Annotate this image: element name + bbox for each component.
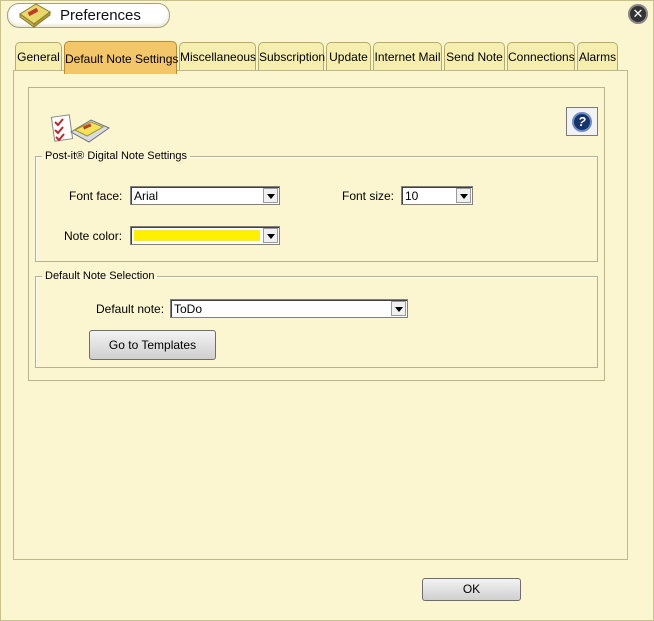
tab-internet-mail[interactable]: Internet Mail xyxy=(373,42,442,70)
settings-panel: ? Post-it® Digital Note Settings Font fa… xyxy=(28,87,605,381)
font-face-value: Arial xyxy=(134,189,159,203)
window-title: Preferences xyxy=(60,7,141,24)
tab-alarms[interactable]: Alarms xyxy=(577,42,618,70)
tab-subscription[interactable]: Subscription xyxy=(258,42,325,70)
font-size-label: Font size: xyxy=(342,189,395,203)
chevron-down-icon[interactable] xyxy=(263,188,278,203)
close-button[interactable]: ✕ xyxy=(628,4,648,24)
font-size-value: 10 xyxy=(405,189,419,203)
tab-general[interactable]: General xyxy=(15,42,62,70)
chevron-down-icon[interactable] xyxy=(456,188,471,203)
chevron-down-icon[interactable] xyxy=(391,301,406,316)
preferences-window: Preferences ✕ General Default Note Setti… xyxy=(0,0,654,621)
default-note-legend: Default Note Selection xyxy=(45,270,155,282)
ok-button[interactable]: OK xyxy=(422,578,521,601)
help-question-icon: ? xyxy=(572,111,592,132)
default-note-label: Default note: xyxy=(96,302,165,316)
font-face-select[interactable]: Arial xyxy=(130,186,280,205)
help-button[interactable]: ? xyxy=(566,107,598,136)
font-size-select[interactable]: 10 xyxy=(401,186,473,205)
chevron-down-icon[interactable] xyxy=(263,228,278,243)
close-icon: ✕ xyxy=(632,6,644,21)
tab-connections[interactable]: Connections xyxy=(507,42,575,70)
font-face-label: Font face: xyxy=(69,189,123,203)
note-settings-group: Post-it® Digital Note Settings Font face… xyxy=(35,150,598,262)
tab-panel: ? Post-it® Digital Note Settings Font fa… xyxy=(13,70,628,560)
tab-miscellaneous[interactable]: Miscellaneous xyxy=(179,42,256,70)
default-note-value: ToDo xyxy=(174,302,203,316)
title-bar: Preferences xyxy=(7,3,170,28)
note-color-select[interactable] xyxy=(130,226,280,245)
note-color-label: Note color: xyxy=(64,229,123,243)
tab-send-note[interactable]: Send Note xyxy=(444,42,505,70)
post-it-notes-checklist-icon xyxy=(50,114,111,143)
tab-update[interactable]: Update xyxy=(326,42,371,70)
note-color-swatch xyxy=(134,230,260,241)
post-it-notepad-icon xyxy=(19,3,51,28)
go-to-templates-button[interactable]: Go to Templates xyxy=(89,330,216,360)
tab-default-note-settings[interactable]: Default Note Settings xyxy=(64,41,178,74)
default-note-group: Default Note Selection Default note: ToD… xyxy=(35,270,598,368)
default-note-select[interactable]: ToDo xyxy=(170,299,408,318)
note-settings-legend: Post-it® Digital Note Settings xyxy=(45,150,187,162)
